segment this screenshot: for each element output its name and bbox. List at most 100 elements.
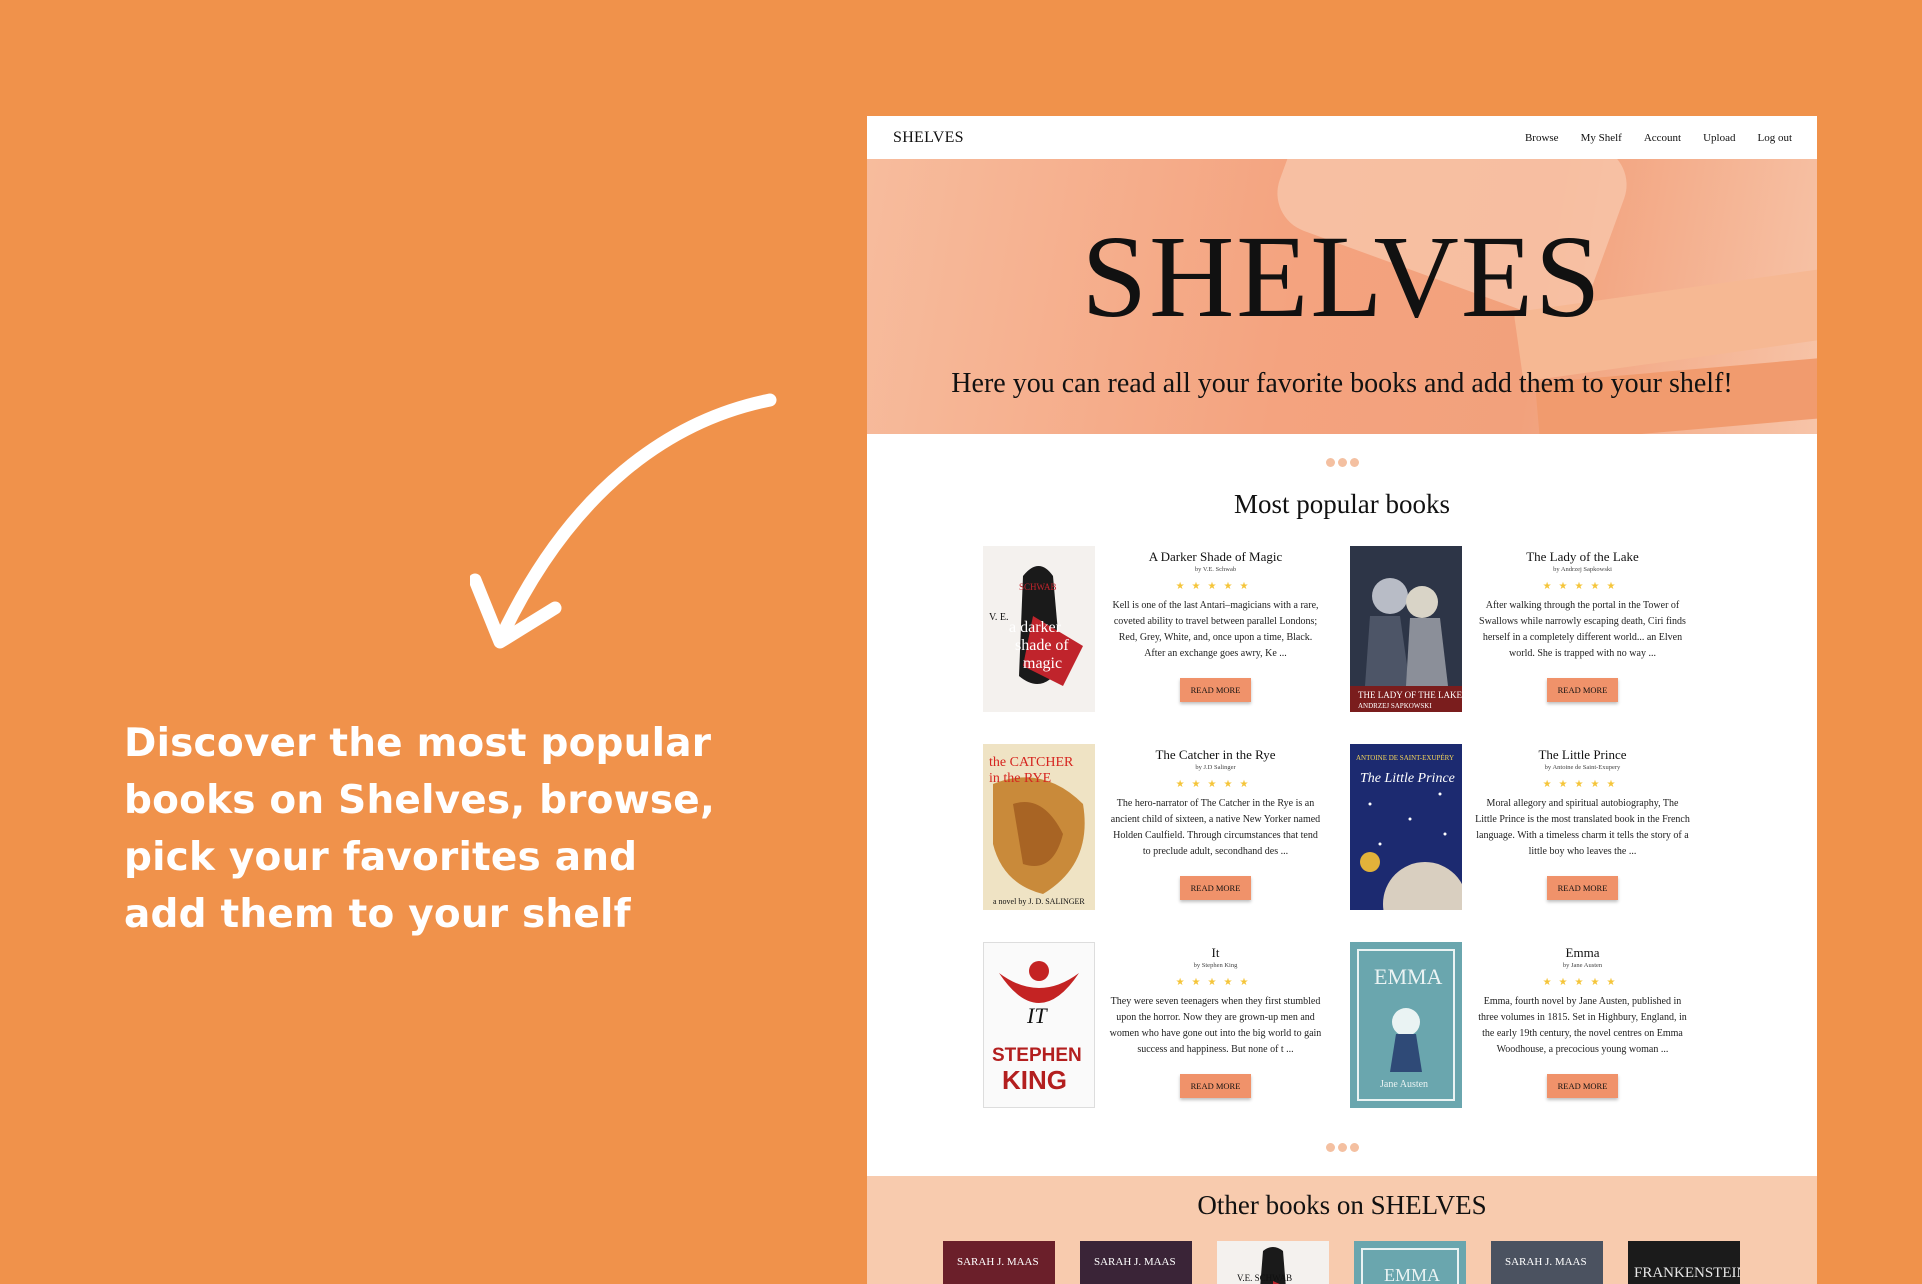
maas-cover[interactable]: SARAH J. MAAS xyxy=(1491,1241,1603,1284)
svg-text:SARAH J. MAAS: SARAH J. MAAS xyxy=(957,1256,1039,1268)
read-more-button[interactable]: READ MORE xyxy=(1546,678,1619,702)
book-title[interactable]: The Catcher in the Rye xyxy=(1103,747,1328,763)
svg-text:The Little Prince: The Little Prince xyxy=(1360,771,1455,786)
book-description: Emma, fourth novel by Jane Austen, publi… xyxy=(1478,996,1687,1055)
book-title[interactable]: The Lady of the Lake xyxy=(1470,549,1695,565)
emma-cover[interactable]: EMMA Jane Austen xyxy=(1350,942,1462,1108)
book-card: EMMA Jane Austen Emma by Jane Austen ★★★… xyxy=(1350,942,1710,1108)
svg-text:a darker: a darker xyxy=(1009,619,1062,636)
svg-text:shade of: shade of xyxy=(1015,637,1069,654)
carousel-dot[interactable] xyxy=(1349,458,1359,467)
star-rating: ★★★★★ xyxy=(1175,779,1256,790)
nav-menu: Browse My Shelf Account Upload Log out xyxy=(1525,132,1792,144)
svg-text:in the RYE: in the RYE xyxy=(989,771,1051,786)
nav-upload[interactable]: Upload xyxy=(1703,132,1735,144)
book-card: V. E. SCHWAB a darker shade of magic A D… xyxy=(983,546,1343,712)
book-author: by J.D Salinger xyxy=(1195,764,1236,771)
book-info: It by Stephen King ★★★★★ They were seven… xyxy=(1103,942,1328,1108)
book-author: by Andrzej Sapkowski xyxy=(1553,566,1612,573)
frankenstein-cover[interactable]: FRANKENSTEIN xyxy=(1628,1241,1740,1284)
maas-cover[interactable]: SARAH J. MAAS xyxy=(943,1241,1055,1284)
svg-text:a novel by J. D. SALINGER: a novel by J. D. SALINGER xyxy=(993,897,1085,906)
book-card: the CATCHER in the RYE a novel by J. D. … xyxy=(983,744,1343,910)
nav-my-shelf[interactable]: My Shelf xyxy=(1581,132,1622,144)
catcher-cover[interactable]: the CATCHER in the RYE a novel by J. D. … xyxy=(983,744,1095,910)
svg-text:FRANKENSTEIN: FRANKENSTEIN xyxy=(1634,1265,1740,1281)
book-title[interactable]: The Little Prince xyxy=(1470,747,1695,763)
carousel-dots xyxy=(867,458,1817,467)
book-description: Kell is one of the last Antari–magicians… xyxy=(1112,600,1319,659)
nav-browse[interactable]: Browse xyxy=(1525,132,1559,144)
carousel-dots xyxy=(867,1143,1817,1152)
promo-text: Discover the most popular books on Shelv… xyxy=(124,721,715,937)
svg-text:the CATCHER: the CATCHER xyxy=(989,755,1074,770)
book-info: Emma by Jane Austen ★★★★★ Emma, fourth n… xyxy=(1470,942,1695,1108)
svg-text:ANDRZEJ SAPKOWSKI: ANDRZEJ SAPKOWSKI xyxy=(1358,702,1432,710)
carousel-dot[interactable] xyxy=(1325,458,1335,467)
read-more-button[interactable]: READ MORE xyxy=(1179,876,1252,900)
book-author: by Stephen King xyxy=(1193,962,1238,969)
star-rating: ★★★★★ xyxy=(1542,977,1623,988)
book-info: The Lady of the Lake by Andrzej Sapkowsk… xyxy=(1470,546,1695,712)
carousel-dot[interactable] xyxy=(1349,1143,1359,1152)
svg-text:SARAH J. MAAS: SARAH J. MAAS xyxy=(1094,1256,1176,1268)
svg-text:EMMA: EMMA xyxy=(1384,1265,1440,1284)
book-description: They were seven teenagers when they firs… xyxy=(1109,996,1322,1055)
book-info: A Darker Shade of Magic by V.E. Schwab ★… xyxy=(1103,546,1328,712)
book-info: The Catcher in the Rye by J.D Salinger ★… xyxy=(1103,744,1328,910)
other-books-section: Other books on SHELVES SARAH J. MAAS SAR… xyxy=(867,1176,1817,1284)
it-cover[interactable]: IT STEPHEN KING xyxy=(983,942,1095,1108)
read-more-button[interactable]: READ MORE xyxy=(1179,1074,1252,1098)
svg-text:Jane Austen: Jane Austen xyxy=(1380,1079,1428,1090)
read-more-button[interactable]: READ MORE xyxy=(1546,876,1619,900)
carousel-dot[interactable] xyxy=(1337,458,1347,467)
svg-text:SCHWAB: SCHWAB xyxy=(1019,582,1057,592)
darker-shade-cover[interactable]: V.E. SCHWAB xyxy=(1217,1241,1329,1284)
book-author: by Antoine de Saint-Exupery xyxy=(1544,764,1621,771)
nav-account[interactable]: Account xyxy=(1644,132,1681,144)
svg-text:KING: KING xyxy=(1002,1065,1067,1095)
emma-cover[interactable]: EMMA xyxy=(1354,1241,1466,1284)
svg-text:IT: IT xyxy=(1026,1003,1048,1028)
svg-text:ANTOINE DE SAINT-EXUPÉRY: ANTOINE DE SAINT-EXUPÉRY xyxy=(1356,754,1454,762)
book-description: Moral allegory and spiritual autobiograp… xyxy=(1475,798,1690,857)
lady-of-lake-cover[interactable]: THE LADY OF THE LAKE ANDRZEJ SAPKOWSKI xyxy=(1350,546,1462,712)
book-title[interactable]: A Darker Shade of Magic xyxy=(1103,549,1328,565)
svg-text:magic: magic xyxy=(1023,655,1062,672)
svg-text:SARAH J. MAAS: SARAH J. MAAS xyxy=(1505,1256,1587,1268)
read-more-button[interactable]: READ MORE xyxy=(1179,678,1252,702)
nav-log-out[interactable]: Log out xyxy=(1757,132,1792,144)
book-card: IT STEPHEN KING It by Stephen King ★★★★★… xyxy=(983,942,1343,1108)
other-books-heading: Other books on SHELVES xyxy=(1197,1190,1487,1220)
star-rating: ★★★★★ xyxy=(1542,779,1623,790)
book-description: The hero-narrator of The Catcher in the … xyxy=(1110,798,1321,857)
book-card: THE LADY OF THE LAKE ANDRZEJ SAPKOWSKI T… xyxy=(1350,546,1710,712)
svg-text:V.E. SCHWAB: V.E. SCHWAB xyxy=(1237,1273,1292,1283)
svg-text:STEPHEN: STEPHEN xyxy=(992,1045,1082,1066)
little-prince-cover[interactable]: ANTOINE DE SAINT-EXUPÉRY The Little Prin… xyxy=(1350,744,1462,910)
book-description: After walking through the portal in the … xyxy=(1479,600,1686,659)
book-info: The Little Prince by Antoine de Saint-Ex… xyxy=(1470,744,1695,910)
maas-cover[interactable]: SARAH J. MAAS xyxy=(1080,1241,1192,1284)
popular-books-heading: Most popular books xyxy=(1234,489,1450,519)
book-author: by Jane Austen xyxy=(1562,962,1603,969)
hero-title: SHELVES xyxy=(1081,211,1603,342)
svg-text:THE LADY OF THE LAKE: THE LADY OF THE LAKE xyxy=(1358,690,1462,700)
navbar: SHELVES Browse My Shelf Account Upload L… xyxy=(867,116,1817,159)
svg-text:EMMA: EMMA xyxy=(1374,964,1443,989)
site-logo[interactable]: SHELVES xyxy=(893,129,964,147)
darker-shade-cover[interactable]: V. E. SCHWAB a darker shade of magic xyxy=(983,546,1095,712)
star-rating: ★★★★★ xyxy=(1175,581,1256,592)
popular-books-grid: V. E. SCHWAB a darker shade of magic A D… xyxy=(983,546,1690,1108)
curved-arrow-icon xyxy=(470,393,777,649)
book-title[interactable]: Emma xyxy=(1470,945,1695,961)
book-author: by V.E. Schwab xyxy=(1194,566,1237,573)
hero-subtitle: Here you can read all your favorite book… xyxy=(951,368,1733,399)
book-title[interactable]: It xyxy=(1103,945,1328,961)
star-rating: ★★★★★ xyxy=(1542,581,1623,592)
hero-banner: SHELVES Here you can read all your favor… xyxy=(867,159,1817,434)
other-books-row: SARAH J. MAAS SARAH J. MAAS V.E. SCHWAB … xyxy=(943,1241,1817,1284)
carousel-dot[interactable] xyxy=(1337,1143,1347,1152)
carousel-dot[interactable] xyxy=(1325,1143,1335,1152)
read-more-button[interactable]: READ MORE xyxy=(1546,1074,1619,1098)
